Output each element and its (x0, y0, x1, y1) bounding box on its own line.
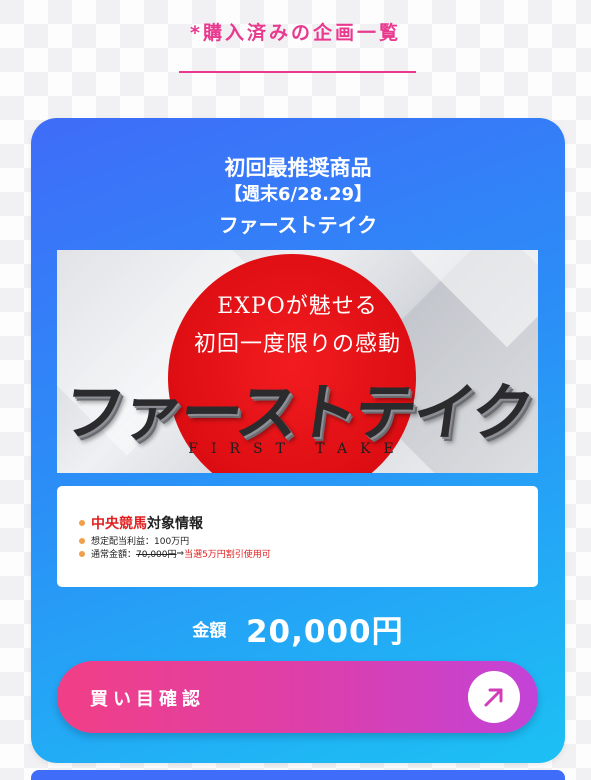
product-heading: 初回最推奨商品 (224, 156, 372, 180)
expected-profit: 想定配当利益：100万円 (91, 537, 190, 547)
view-picks-label: 買い目確認 (90, 689, 205, 710)
product-date: 【週末6/28.29】 (223, 184, 373, 205)
price-row: 金額 20,000円 (31, 606, 565, 651)
banner-subtitle: FIRST TAKE (188, 441, 407, 457)
target-highlight: 中央競馬 (91, 516, 147, 532)
view-picks-button[interactable]: 買い目確認 (57, 661, 538, 733)
arrow-glyph: ⇒ (176, 548, 185, 559)
banner-title: ファーストテイク (57, 376, 536, 449)
regular-price-struck: 70,000円 (136, 550, 177, 560)
price-label: 金額 (192, 621, 227, 641)
page-title: *購入済みの企画一覧 (190, 22, 401, 44)
info-box: 中央競馬 対象情報 想定配当利益：100万円 通常金額： 70,000円 ⇒ 当選5万円… (57, 486, 538, 587)
bullet-dot-icon (79, 550, 85, 557)
target-text: 対象情報 (147, 516, 203, 532)
product-card: 初回最推奨商品 【週末6/28.29】 ファーストテイク EXPOが魅せる 初回… (31, 118, 565, 763)
info-row-target: 中央競馬 対象情報 (79, 513, 203, 533)
arrow-up-right-icon (468, 671, 520, 723)
regular-price-prefix: 通常金額： (91, 550, 137, 560)
product-name: ファーストテイク (218, 213, 378, 237)
price-value: 20,000円 (245, 614, 404, 650)
bullet-dot-icon (79, 520, 85, 526)
banner-line2: 初回一度限りの感動 (193, 332, 401, 357)
discount-note: 当選5万円割引使用可 (184, 550, 271, 560)
bullet-dot-icon (79, 537, 85, 544)
next-card-edge (31, 770, 565, 780)
banner-line1: EXPOが魅せる (217, 294, 378, 319)
info-row-regular-price: 通常金額： 70,000円 ⇒ 当選5万円割引使用可 (79, 547, 271, 560)
info-row-profit: 想定配当利益：100万円 (79, 534, 189, 547)
title-underline (179, 71, 416, 73)
product-banner-image: EXPOが魅せる 初回一度限りの感動 ファーストテイク FIRST TAKE (57, 250, 538, 473)
